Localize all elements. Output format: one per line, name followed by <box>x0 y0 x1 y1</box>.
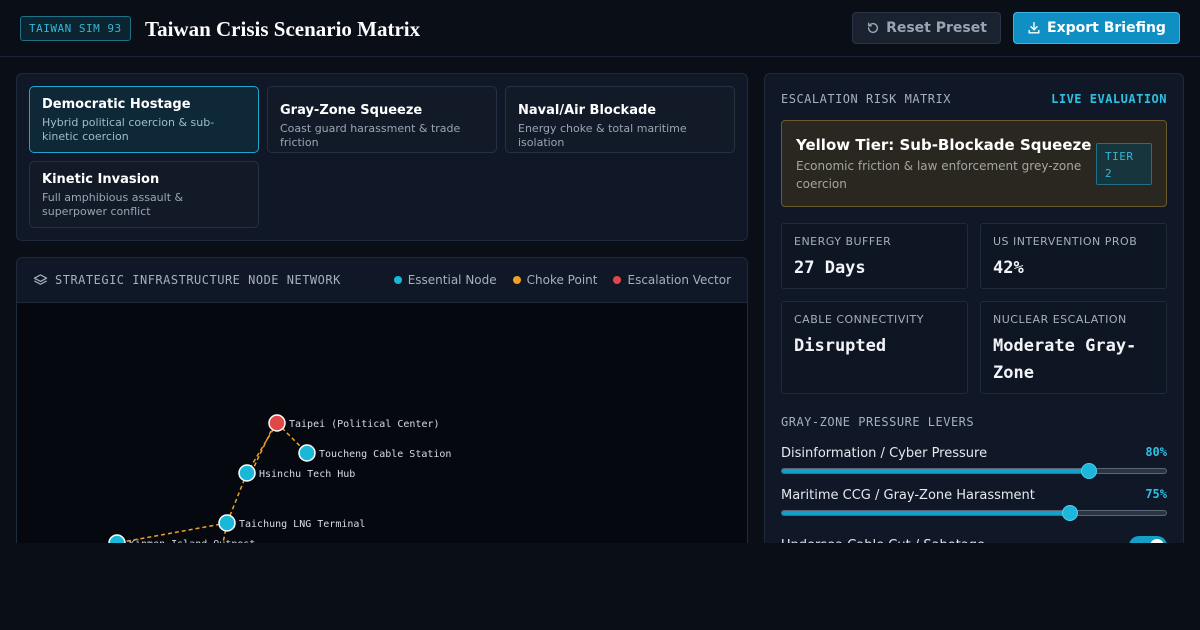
node-marker <box>268 414 286 432</box>
metric-value: Moderate Gray-Zone <box>993 336 1137 383</box>
export-briefing-label: Export Briefing <box>1047 20 1166 36</box>
metric-label: ENERGY BUFFER <box>794 235 892 248</box>
lever-label: Disinformation / Cyber Pressure <box>781 446 988 461</box>
download-icon <box>1028 22 1040 34</box>
metric-label: US INTERVENTION PROB <box>993 235 1138 248</box>
live-evaluation-indicator: LIVE EVALUATION <box>1051 92 1167 106</box>
tier-status-card: Yellow Tier: Sub-Blockade Squeeze Econom… <box>781 120 1167 207</box>
legend-choke-point: Choke Point <box>512 272 598 288</box>
network-map: Taipei (Political Center) Toucheng Cable… <box>108 414 451 554</box>
metric-nuclear-escalation: NUCLEAR ESCALATION Moderate Gray-Zone <box>980 301 1167 394</box>
scenario-desc: Full amphibious assault & superpower con… <box>42 191 184 218</box>
node-taichung[interactable]: Taichung LNG Terminal <box>218 514 365 532</box>
scenario-title: Gray-Zone Squeeze <box>280 103 423 118</box>
viewport-bottom <box>0 543 1200 630</box>
metric-label: CABLE CONNECTIVITY <box>794 313 924 326</box>
layers-icon <box>33 274 48 285</box>
tier-desc: Economic friction & law enforcement grey… <box>796 159 1082 191</box>
metric-us-intervention: US INTERVENTION PROB 42% <box>980 223 1167 289</box>
reset-preset-label: Reset Preset <box>886 20 987 36</box>
scenario-title: Democratic Hostage <box>42 97 191 112</box>
reset-preset-button[interactable]: Reset Preset <box>852 12 1001 44</box>
metric-cable-connectivity: CABLE CONNECTIVITY Disrupted <box>781 301 968 394</box>
node-marker <box>298 444 316 462</box>
scenario-desc: Energy choke & total maritime isolation <box>518 122 687 149</box>
escalation-risk-panel: ESCALATION RISK MATRIX LIVE EVALUATION Y… <box>764 73 1184 553</box>
legend-swatch <box>393 276 402 284</box>
lever-value: 75% <box>1145 487 1167 501</box>
scenario-card-democratic-hostage[interactable]: Democratic Hostage Hybrid political coer… <box>29 86 259 153</box>
scenario-desc: Hybrid political coercion & sub-kinetic … <box>42 116 215 143</box>
lever-value: 80% <box>1145 445 1167 459</box>
legend-label: Essential Node <box>407 273 497 287</box>
tier-name: Yellow Tier: Sub-Blockade Squeeze <box>796 136 1092 154</box>
lever-slider-thumb[interactable] <box>1062 505 1078 521</box>
legend-label: Escalation Vector <box>627 273 731 287</box>
scenario-card-gray-zone-squeeze[interactable]: Gray-Zone Squeeze Coast guard harassment… <box>267 86 497 153</box>
scenario-card-kinetic-invasion[interactable]: Kinetic Invasion Full amphibious assault… <box>29 161 259 228</box>
scenario-card-naval-air-blockade[interactable]: Naval/Air Blockade Energy choke & total … <box>505 86 735 153</box>
network-legend: Essential Node Choke Point Escalation Ve… <box>393 272 731 288</box>
node-toucheng[interactable]: Toucheng Cable Station <box>298 444 451 462</box>
node-marker <box>238 464 256 482</box>
scenario-selector: Democratic Hostage Hybrid political coer… <box>16 73 748 241</box>
legend-swatch <box>512 276 521 284</box>
node-label: Taichung LNG Terminal <box>239 519 365 530</box>
metric-value: Disrupted <box>794 336 887 356</box>
legend-escalation-vector: Escalation Vector <box>613 272 731 288</box>
node-network-panel: STRATEGIC INFRASTRUCTURE NODE NETWORK Es… <box>16 257 748 557</box>
node-taipei[interactable]: Taipei (Political Center) <box>268 414 440 432</box>
top-header: TAIWAN SIM 93 Taiwan Crisis Scenario Mat… <box>0 0 1200 57</box>
lever-slider-track[interactable] <box>781 505 1167 521</box>
export-briefing-button[interactable]: Export Briefing <box>1013 12 1180 44</box>
risk-matrix-title: ESCALATION RISK MATRIX <box>781 92 951 106</box>
tier-badge: TIER 2 <box>1096 143 1152 185</box>
reset-icon <box>867 22 879 34</box>
lever-slider-track[interactable] <box>781 463 1167 479</box>
sim-badge: TAIWAN SIM 93 <box>20 16 131 41</box>
metric-value: 42% <box>993 258 1024 278</box>
pressure-levers-title: GRAY-ZONE PRESSURE LEVERS <box>781 415 975 429</box>
metric-label: NUCLEAR ESCALATION <box>993 313 1127 326</box>
network-header: STRATEGIC INFRASTRUCTURE NODE NETWORK Es… <box>17 258 747 303</box>
lever-slider-thumb[interactable] <box>1081 463 1098 479</box>
scenario-title: Naval/Air Blockade <box>518 103 657 118</box>
metric-value: 27 Days <box>794 258 866 278</box>
page-title: Taiwan Crisis Scenario Matrix <box>145 17 421 41</box>
metric-energy-buffer: ENERGY BUFFER 27 Days <box>781 223 968 289</box>
lever-label: Maritime CCG / Gray-Zone Harassment <box>781 488 1035 503</box>
legend-label: Choke Point <box>526 273 598 287</box>
legend-swatch <box>613 276 622 284</box>
node-hsinchu[interactable]: Hsinchu Tech Hub <box>238 464 355 482</box>
scenario-title: Kinetic Invasion <box>42 172 160 187</box>
node-label: Hsinchu Tech Hub <box>259 469 355 480</box>
lever-slider-fill <box>782 511 1070 515</box>
lever-disinformation: Disinformation / Cyber Pressure 80% <box>781 445 1167 486</box>
legend-essential-node: Essential Node <box>393 272 497 288</box>
network-title: STRATEGIC INFRASTRUCTURE NODE NETWORK <box>55 273 341 287</box>
scenario-desc: Coast guard harassment & trade friction <box>280 122 461 149</box>
lever-maritime-ccg: Maritime CCG / Gray-Zone Harassment 75% <box>781 487 1167 528</box>
node-marker <box>218 514 236 532</box>
node-label: Taipei (Political Center) <box>289 419 440 430</box>
lever-slider-fill <box>782 469 1090 473</box>
node-label: Toucheng Cable Station <box>319 449 451 460</box>
